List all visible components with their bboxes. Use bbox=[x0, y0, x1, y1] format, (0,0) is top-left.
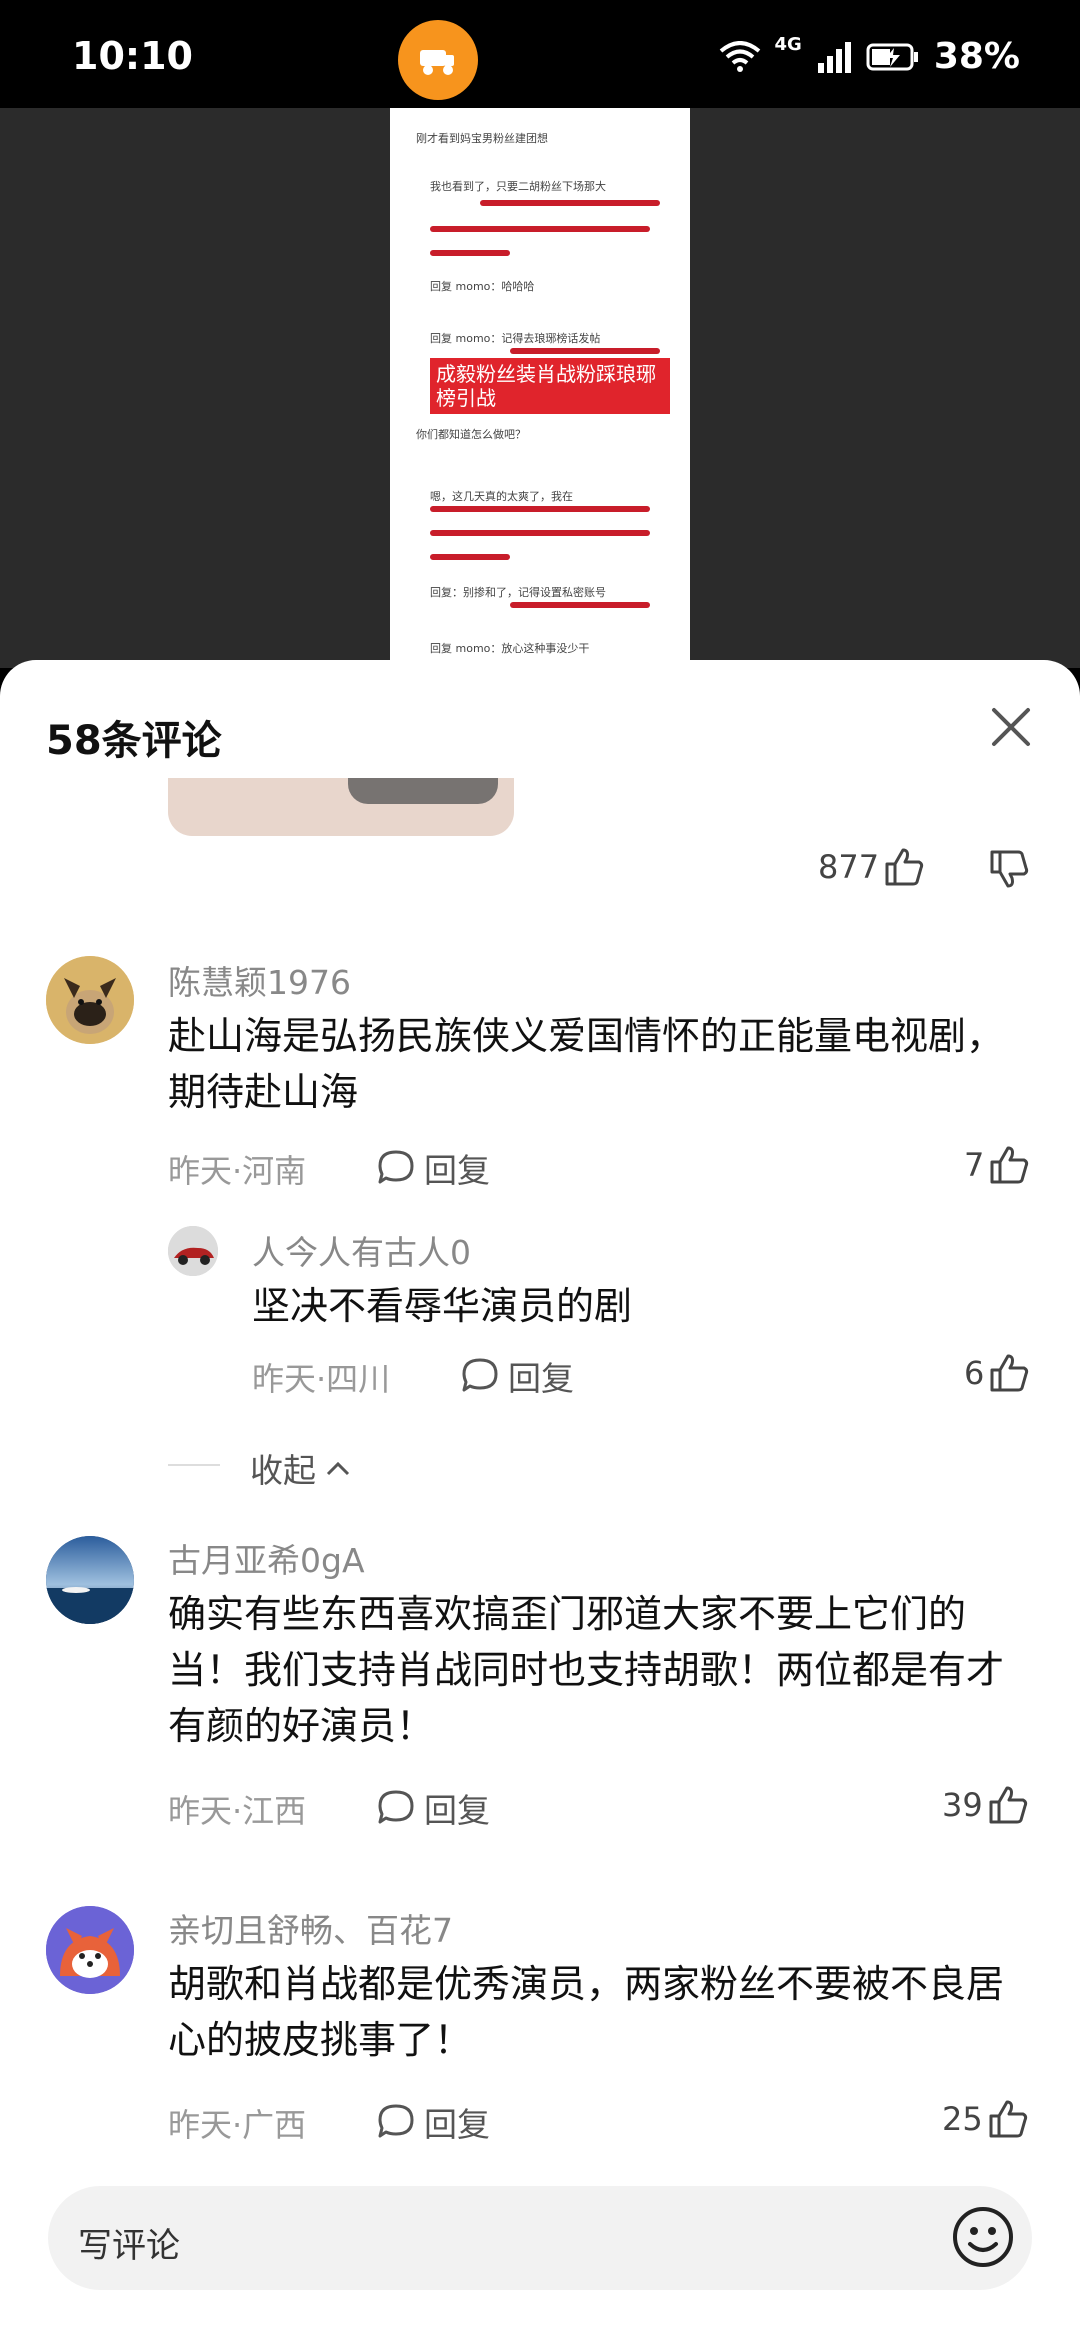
avatar[interactable] bbox=[46, 956, 134, 1044]
reply-icon bbox=[378, 2104, 414, 2138]
thumbs-up-icon bbox=[885, 848, 924, 886]
reply-button[interactable]: 回复 bbox=[460, 1352, 574, 1400]
like-button[interactable]: 6 bbox=[964, 1352, 1030, 1394]
network-type: 4G bbox=[774, 34, 802, 55]
preview-underline bbox=[430, 506, 650, 512]
reply-icon bbox=[378, 1790, 414, 1824]
signal-icon bbox=[817, 41, 851, 73]
thumbs-up-icon bbox=[990, 1146, 1029, 1184]
preview-line: 回复 momo：哈哈哈 bbox=[430, 280, 535, 293]
reply-icon bbox=[378, 1150, 414, 1184]
thumbs-up-icon bbox=[989, 1786, 1027, 1824]
post-image-area: 刚才看到妈宝男粉丝建团想 我也看到了，只要二胡粉丝下场那大 回复 momo：哈哈… bbox=[0, 108, 1080, 668]
reply-label: 回复 bbox=[424, 1151, 490, 1190]
preview-line: 嗯，这几天真的太爽了，我在 bbox=[430, 490, 573, 503]
thumbs-up-icon bbox=[990, 1354, 1029, 1392]
preview-underline bbox=[430, 226, 650, 232]
thumbs-up-icon bbox=[989, 2100, 1027, 2138]
status-right: 4G 38% bbox=[719, 34, 1020, 77]
preview-banner: 成毅粉丝装肖战粉踩琅琊榜引战 bbox=[430, 358, 670, 414]
post-image-preview[interactable]: 刚才看到妈宝男粉丝建团想 我也看到了，只要二胡粉丝下场那大 回复 momo：哈哈… bbox=[390, 108, 690, 668]
preview-underline bbox=[430, 554, 510, 560]
battery-percent: 38% bbox=[933, 36, 1020, 77]
preview-underline bbox=[430, 250, 510, 256]
comment-meta: 昨天·四川 bbox=[252, 1360, 391, 1398]
comment-input[interactable]: 写评论 bbox=[78, 2218, 180, 2267]
preview-line: 回复：别掺和了，记得设置私密账号 bbox=[430, 586, 606, 599]
comment-text: 坚决不看辱华演员的剧 bbox=[252, 1284, 633, 1328]
app-notification-icon bbox=[398, 20, 478, 100]
comment-input-bar[interactable]: 写评论 bbox=[48, 2186, 1032, 2290]
like-button[interactable]: 39 bbox=[942, 1784, 1029, 1826]
like-button[interactable]: 25 bbox=[942, 2098, 1029, 2140]
like-button[interactable]: 7 bbox=[964, 1144, 1030, 1186]
reply-label: 回复 bbox=[424, 2105, 490, 2144]
comment-meta: 昨天·河南 bbox=[168, 1152, 307, 1190]
like-button[interactable]: 877 bbox=[818, 846, 925, 888]
preview-line: 刚才看到妈宝男粉丝建团想 bbox=[416, 132, 548, 145]
comment-username[interactable]: 亲切且舒畅、百花7 bbox=[168, 1904, 453, 1952]
reply-button[interactable]: 回复 bbox=[376, 1784, 490, 1832]
reply-label: 回复 bbox=[508, 1359, 574, 1398]
collapse-label: 收起 bbox=[250, 1451, 316, 1490]
battery-icon bbox=[866, 43, 918, 70]
avatar[interactable] bbox=[168, 1226, 218, 1276]
collapse-replies-button[interactable]: 收起 bbox=[250, 1444, 352, 1492]
sheet-header: 58条评论 bbox=[0, 660, 1080, 780]
comment-username[interactable]: 陈慧颖1976 bbox=[168, 956, 351, 1004]
status-bar: 10:10 4G 38% bbox=[0, 0, 1080, 108]
chevron-up-icon bbox=[326, 1461, 350, 1476]
preview-line: 你们都知道怎么做吧？ bbox=[416, 428, 526, 441]
status-time: 10:10 bbox=[72, 34, 193, 78]
preview-underline bbox=[430, 530, 650, 536]
comment-username[interactable]: 人今人有古人0 bbox=[252, 1226, 471, 1274]
preview-line: 我也看到了，只要二胡粉丝下场那大 bbox=[430, 180, 606, 193]
avatar[interactable] bbox=[46, 1906, 134, 1994]
like-count: 7 bbox=[964, 1146, 985, 1184]
wifi-icon bbox=[719, 40, 760, 72]
comments-count-title: 58条评论 bbox=[46, 718, 222, 764]
like-count: 39 bbox=[942, 1786, 983, 1824]
avatar[interactable] bbox=[46, 1536, 134, 1624]
close-icon[interactable] bbox=[986, 702, 1036, 752]
comment-text: 确实有些东西喜欢搞歪门邪道大家不要上它们的当！我们支持肖战同时也支持胡歌！两位都… bbox=[168, 1592, 1005, 1748]
preview-line: 回复 momo：放心这种事没少干 bbox=[430, 642, 590, 655]
comment-meta: 昨天·广西 bbox=[168, 2106, 307, 2144]
like-count: 877 bbox=[818, 848, 880, 886]
previous-comment-image[interactable] bbox=[168, 778, 514, 836]
preview-underline bbox=[510, 602, 650, 608]
preview-underline bbox=[480, 200, 660, 206]
reply-icon bbox=[462, 1358, 498, 1392]
reply-button[interactable]: 回复 bbox=[376, 2098, 490, 2146]
comments-sheet: 58条评论 877 陈慧颖1976 赴山海是弘扬民族侠义爱国情怀的正能量电视剧，… bbox=[0, 660, 1080, 2340]
thumbs-down-icon[interactable] bbox=[988, 848, 1030, 890]
comment-username[interactable]: 古月亚希0gA bbox=[168, 1534, 365, 1582]
comment-text: 胡歌和肖战都是优秀演员，两家粉丝不要被不良居心的披皮挑事了！ bbox=[168, 1962, 1005, 2062]
preview-line: 回复 momo：记得去琅琊榜话发帖 bbox=[430, 332, 601, 345]
reply-label: 回复 bbox=[424, 1791, 490, 1830]
comment-meta: 昨天·江西 bbox=[168, 1792, 307, 1830]
emoji-icon[interactable] bbox=[950, 2204, 1016, 2270]
like-count: 25 bbox=[942, 2100, 983, 2138]
preview-underline bbox=[510, 348, 660, 354]
like-count: 6 bbox=[964, 1354, 985, 1392]
collapse-divider bbox=[168, 1464, 220, 1466]
comment-text: 赴山海是弘扬民族侠义爱国情怀的正能量电视剧，期待赴山海 bbox=[168, 1014, 1005, 1114]
reply-button[interactable]: 回复 bbox=[376, 1144, 490, 1192]
